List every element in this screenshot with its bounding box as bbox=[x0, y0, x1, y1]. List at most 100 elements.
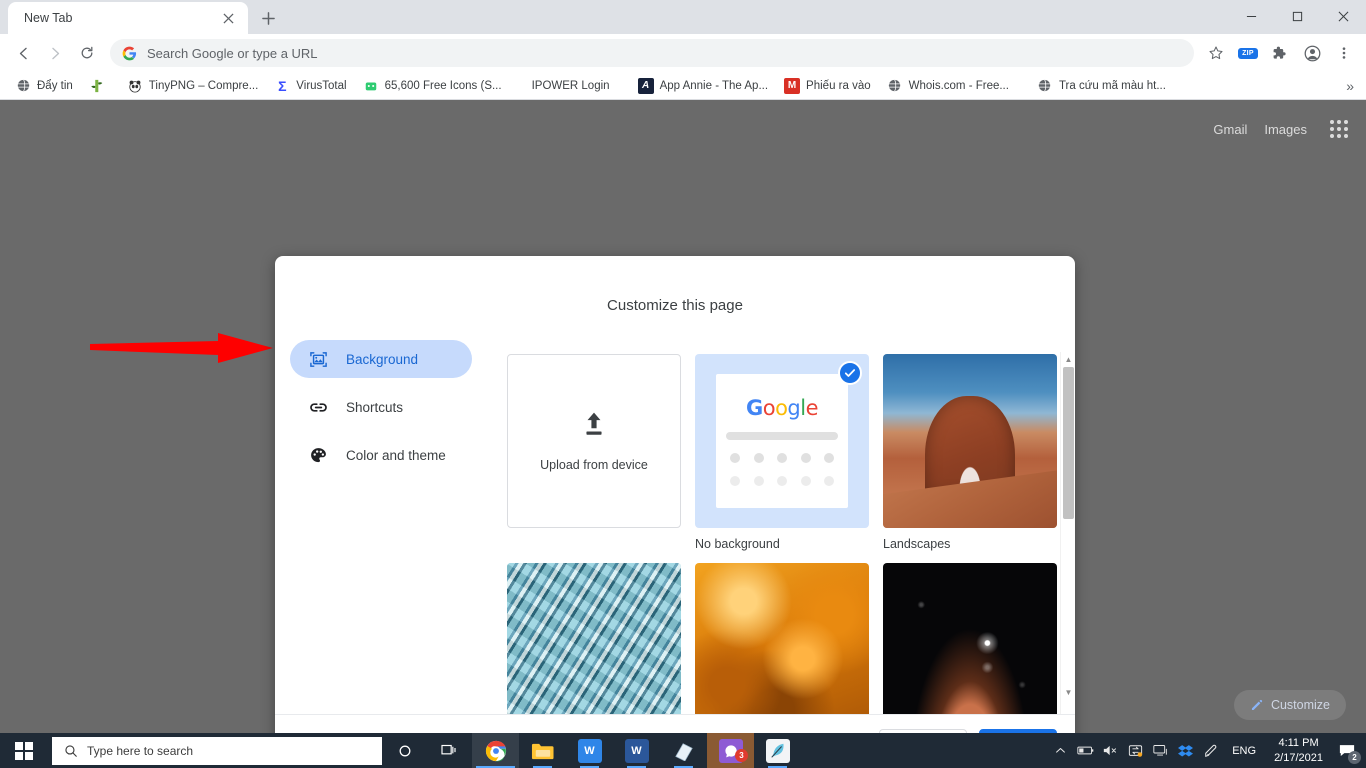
profile-avatar-icon[interactable] bbox=[1298, 39, 1326, 67]
bamboo-icon bbox=[89, 78, 105, 94]
menu-item-label: Color and theme bbox=[346, 447, 446, 463]
dropbox-icon[interactable] bbox=[1173, 733, 1198, 768]
tile-label: Landscapes bbox=[883, 537, 951, 551]
bookmark-item[interactable]: A App Annie - The Ap... bbox=[631, 75, 775, 97]
dialog-title: Customize this page bbox=[607, 297, 743, 314]
speaker-mute-icon[interactable] bbox=[1098, 733, 1123, 768]
zip-extension-icon[interactable]: ZIP bbox=[1234, 39, 1262, 67]
windows-taskbar: Type here to search W W 3 ENG 4:11 PM 2/… bbox=[0, 733, 1366, 768]
chrome-menu-icon[interactable] bbox=[1330, 39, 1358, 67]
taskbar-app-snipping-tool[interactable] bbox=[754, 733, 801, 768]
bookmark-label: VirusTotal bbox=[296, 79, 347, 92]
tile-textures[interactable] bbox=[695, 563, 869, 714]
tile-architecture[interactable] bbox=[507, 563, 681, 714]
taskbar-app-zalo[interactable]: 3 bbox=[707, 733, 754, 768]
forward-icon[interactable] bbox=[40, 38, 70, 68]
taskbar-app-chrome[interactable] bbox=[472, 733, 519, 768]
google-g-icon bbox=[122, 46, 137, 60]
bookmark-item[interactable]: M Phiếu ra vào bbox=[777, 75, 878, 97]
back-icon[interactable] bbox=[8, 38, 38, 68]
bookmarks-overflow-icon[interactable]: » bbox=[1340, 78, 1360, 94]
logo-char: o bbox=[775, 396, 788, 420]
tile-upload-from-device[interactable]: Upload from device bbox=[507, 354, 681, 551]
scroll-up-icon[interactable]: ▲ bbox=[1061, 352, 1075, 367]
space-earth-horizon-photo bbox=[883, 563, 1057, 714]
menu-item-label: Background bbox=[346, 351, 419, 367]
taskbar-app-sticky-notes[interactable] bbox=[660, 733, 707, 768]
address-bar[interactable]: Search Google or type a URL bbox=[110, 39, 1194, 67]
chrome-icon bbox=[484, 739, 508, 763]
bookmark-label: TinyPNG – Compre... bbox=[148, 79, 259, 92]
annotation-arrow-icon bbox=[90, 333, 273, 363]
taskbar-search-input[interactable]: Type here to search bbox=[52, 736, 382, 765]
reload-icon[interactable] bbox=[72, 38, 102, 68]
green-robot-icon bbox=[363, 78, 379, 94]
gmail-link[interactable]: Gmail bbox=[1213, 122, 1247, 137]
images-link[interactable]: Images bbox=[1264, 122, 1307, 137]
preview-searchbar bbox=[726, 432, 838, 440]
new-tab-page: Gmail Images Download.vn https://apps...… bbox=[0, 100, 1366, 733]
taskbar-app-file-explorer[interactable] bbox=[519, 733, 566, 768]
scrollbar-thumb[interactable] bbox=[1063, 367, 1074, 519]
globe-icon bbox=[15, 78, 31, 94]
menu-item-shortcuts[interactable]: Shortcuts bbox=[290, 388, 472, 426]
background-tiles-grid: Upload from device Google No background … bbox=[485, 330, 1057, 714]
zalo-badge-count: 3 bbox=[735, 749, 748, 762]
bookmark-item[interactable]: IPOWER Login bbox=[525, 77, 617, 95]
start-button[interactable] bbox=[0, 733, 48, 768]
google-logo-preview: Google bbox=[716, 398, 848, 419]
action-center-icon[interactable]: 2 bbox=[1332, 733, 1362, 768]
blue-glass-building-photo bbox=[507, 563, 681, 714]
bookmark-label: Đẩy tin bbox=[37, 79, 73, 92]
scroll-down-icon[interactable]: ▼ bbox=[1061, 685, 1075, 700]
tile-space[interactable] bbox=[883, 563, 1057, 714]
onedrive-sync-icon[interactable] bbox=[1123, 733, 1148, 768]
bookmark-star-icon[interactable] bbox=[1202, 39, 1230, 67]
battery-icon[interactable] bbox=[1073, 733, 1098, 768]
feather-icon bbox=[765, 738, 790, 763]
notes-icon bbox=[672, 739, 696, 763]
maximize-icon[interactable] bbox=[1274, 0, 1320, 32]
menu-item-color-and-theme[interactable]: Color and theme bbox=[290, 436, 472, 474]
extensions-puzzle-icon[interactable] bbox=[1266, 39, 1294, 67]
action-center-badge: 2 bbox=[1348, 751, 1361, 764]
bookmark-item[interactable]: Whois.com - Free... bbox=[880, 75, 1016, 97]
bookmark-item[interactable]: Đẩy tin bbox=[8, 75, 80, 97]
taskbar-app-word[interactable]: W bbox=[613, 733, 660, 768]
dialog-scrollbar[interactable]: ▲ ▼ bbox=[1060, 352, 1075, 714]
bookmark-item[interactable]: Tra cứu mã màu ht... bbox=[1030, 75, 1173, 97]
customize-dialog: Customize this page Background Shortcuts… bbox=[275, 256, 1075, 733]
upload-tile-label: Upload from device bbox=[540, 457, 648, 472]
landscape-arch-photo bbox=[883, 354, 1057, 528]
taskbar-app-wps-office[interactable]: W bbox=[566, 733, 613, 768]
customize-button[interactable]: Customize bbox=[1233, 690, 1346, 720]
language-indicator[interactable]: ENG bbox=[1223, 745, 1265, 757]
google-apps-grid-icon[interactable] bbox=[1330, 120, 1348, 138]
cortana-icon[interactable] bbox=[382, 733, 427, 768]
bookmark-item[interactable]: 65,600 Free Icons (S... bbox=[356, 75, 509, 97]
window-close-icon[interactable] bbox=[1320, 0, 1366, 32]
search-icon bbox=[65, 744, 77, 757]
panda-icon bbox=[127, 78, 143, 94]
tab-new-tab[interactable]: New Tab bbox=[8, 2, 248, 34]
task-view-icon[interactable] bbox=[427, 733, 472, 768]
bookmark-label: 65,600 Free Icons (S... bbox=[384, 79, 502, 92]
preview-shortcut-row bbox=[730, 476, 834, 486]
bookmark-item[interactable]: Σ VirusTotal bbox=[267, 75, 353, 97]
clock[interactable]: 4:11 PM 2/17/2021 bbox=[1265, 736, 1332, 766]
chevron-up-icon[interactable] bbox=[1048, 733, 1073, 768]
monitor-network-icon[interactable] bbox=[1148, 733, 1173, 768]
tile-landscapes[interactable]: Landscapes bbox=[883, 354, 1057, 551]
menu-item-background[interactable]: Background bbox=[290, 340, 472, 378]
bookmark-label: IPOWER Login bbox=[531, 79, 610, 92]
bookmark-item[interactable]: TinyPNG – Compre... bbox=[120, 75, 266, 97]
window-controls bbox=[1228, 0, 1366, 32]
minimize-icon[interactable] bbox=[1228, 0, 1274, 32]
background-tiles-scroll-area[interactable]: Upload from device Google No background … bbox=[485, 330, 1075, 714]
tile-no-background[interactable]: Google No background bbox=[695, 354, 869, 551]
bookmark-item[interactable] bbox=[82, 75, 118, 97]
logo-char: e bbox=[805, 396, 819, 420]
close-icon[interactable] bbox=[218, 8, 238, 28]
new-tab-button[interactable] bbox=[254, 4, 282, 32]
pen-icon[interactable] bbox=[1198, 733, 1223, 768]
